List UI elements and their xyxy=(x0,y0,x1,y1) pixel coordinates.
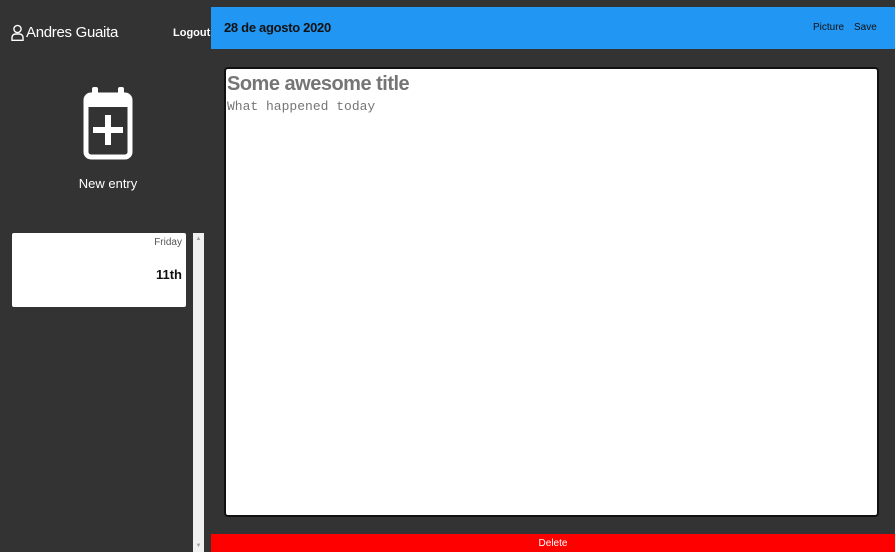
title-input[interactable] xyxy=(227,71,876,97)
delete-button[interactable]: Delete xyxy=(211,534,895,552)
entry-date-title: 28 de agosto 2020 xyxy=(224,20,331,35)
body-textarea[interactable] xyxy=(227,99,876,509)
header-bar: 28 de agosto 2020 Picture Save xyxy=(211,7,895,49)
new-entry-label: New entry xyxy=(78,176,138,191)
calendar-plus-icon xyxy=(83,87,133,160)
user-icon xyxy=(11,24,24,41)
user-info: Andres Guaita xyxy=(11,24,118,41)
picture-button[interactable]: Picture xyxy=(813,22,844,33)
save-button[interactable]: Save xyxy=(854,22,877,33)
entry-day: Friday xyxy=(154,237,182,248)
entry-date: 11th xyxy=(155,267,182,282)
sidebar: Andres Guaita Logout New entry Friday 11… xyxy=(0,0,211,552)
entries-scrollbar[interactable]: ▲ ▼ xyxy=(193,233,204,552)
entry-editor xyxy=(224,67,879,517)
entry-card[interactable]: Friday 11th xyxy=(12,233,186,307)
logout-button[interactable]: Logout xyxy=(173,27,210,39)
new-entry-button[interactable]: New entry xyxy=(70,85,146,191)
user-name: Andres Guaita xyxy=(26,24,118,41)
scroll-up-arrow-icon[interactable]: ▲ xyxy=(193,233,204,245)
scroll-down-arrow-icon[interactable]: ▼ xyxy=(193,540,204,552)
